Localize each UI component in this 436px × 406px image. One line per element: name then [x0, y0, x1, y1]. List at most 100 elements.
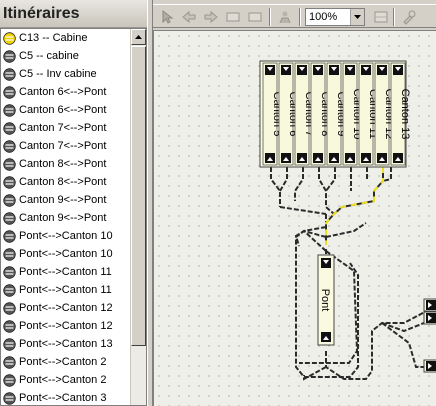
route-icon [3, 121, 16, 135]
list-item[interactable]: Canton 7<-->Pont [1, 119, 131, 137]
track-line [294, 229, 327, 247]
route-icon [3, 229, 16, 243]
list-item[interactable]: Pont<-->Canton 10 [1, 245, 131, 263]
route-icon [3, 49, 16, 63]
route-icon [3, 175, 16, 189]
list-item-label: Canton 6<-->Pont [19, 104, 107, 116]
vertical-scrollbar[interactable] [130, 29, 146, 405]
diagram-canvas[interactable]: Canton 5 Canton 6 Canton 7 Canton 8 Canton 9… [153, 30, 436, 406]
bridge-pont[interactable]: Pont [317, 254, 335, 346]
toolbar-separator [299, 8, 301, 26]
list-item-label: Canton 7<-->Pont [19, 140, 107, 152]
itineraires-list[interactable]: C13 -- Cabine C5 -- cabine C5 -- Inv cabin… [0, 28, 147, 406]
list-item[interactable]: Canton 9<-->Pont [1, 191, 131, 209]
list-item[interactable]: Canton 9<-->Pont [1, 209, 131, 227]
list-item[interactable]: Canton 7<-->Pont [1, 137, 131, 155]
route-icon [3, 265, 16, 279]
route-icon [3, 31, 16, 45]
track-line [279, 206, 327, 215]
route-icon [3, 247, 16, 261]
list-item[interactable]: C5 -- cabine [1, 47, 131, 65]
list-item-label: Canton 9<-->Pont [19, 194, 107, 206]
track-label: Canton 13 [399, 89, 411, 140]
bridge-label: Pont [319, 289, 331, 312]
toolbar-separator [269, 8, 271, 26]
list-item[interactable]: Pont<-->Canton 10 [1, 227, 131, 245]
back-icon[interactable] [179, 7, 199, 27]
track-line [279, 167, 288, 192]
route-icon [3, 319, 16, 333]
grid-icon[interactable] [371, 7, 391, 27]
list-item-label: C13 -- Cabine [19, 32, 88, 44]
track-line [270, 167, 281, 207]
route-icon [3, 211, 16, 225]
list-item[interactable]: Pont<-->Canton 13 [1, 335, 131, 353]
list-item[interactable]: Canton 8<-->Pont [1, 173, 131, 191]
chevron-down-icon[interactable] [350, 9, 364, 25]
offscreen-track[interactable] [423, 311, 436, 325]
forward-icon[interactable] [201, 7, 221, 27]
list-item-label: Canton 8<-->Pont [19, 158, 107, 170]
list-item-label: C5 -- cabine [19, 50, 79, 62]
zoom-select[interactable]: 100% [305, 8, 365, 26]
route-icon [3, 67, 16, 81]
list-item[interactable]: Pont<-->Canton 2 [1, 371, 131, 389]
list-item-label: Pont<-->Canton 2 [19, 374, 107, 386]
offscreen-track[interactable] [423, 359, 436, 373]
route-icon [3, 301, 16, 315]
track-line [318, 167, 335, 215]
route-icon [3, 283, 16, 297]
toolbar: 100% [153, 4, 436, 28]
itineraires-panel: Itinéraires C13 -- Cabine C5 -- cabine C5 … [0, 0, 147, 406]
scroll-thumb[interactable] [131, 46, 146, 346]
track-canton[interactable]: Canton 13 [390, 62, 411, 166]
person-icon[interactable] [275, 7, 295, 27]
route-icon [3, 157, 16, 171]
track-line [325, 167, 336, 192]
track-line [325, 306, 435, 380]
list-item-label: Pont<-->Canton 12 [19, 302, 113, 314]
list-item-label: C5 -- Inv cabine [19, 68, 97, 80]
list-item[interactable]: Pont<-->Canton 3 [1, 389, 131, 405]
select-icon[interactable] [157, 7, 177, 27]
track-line [382, 167, 392, 182]
list-item[interactable]: Pont<-->Canton 12 [1, 317, 131, 335]
list-item-label: Canton 8<-->Pont [19, 176, 107, 188]
list-item-label: Pont<-->Canton 10 [19, 248, 113, 260]
route-icon [3, 373, 16, 387]
list-item[interactable]: C13 -- Cabine [1, 29, 131, 47]
list-item[interactable]: C5 -- Inv cabine [1, 65, 131, 83]
list-item[interactable]: Pont<-->Canton 11 [1, 263, 131, 281]
route-icon [3, 193, 16, 207]
track-line [294, 167, 304, 201]
route-icon [3, 139, 16, 153]
zoom-value: 100% [309, 11, 338, 23]
list-item[interactable]: Canton 8<-->Pont [1, 155, 131, 173]
toolbar-separator [393, 8, 395, 26]
rectangle-alt-icon[interactable] [245, 7, 265, 27]
arrow-up-icon [135, 35, 142, 39]
list-item-label: Pont<-->Canton 10 [19, 230, 113, 242]
list-item[interactable]: Canton 6<-->Pont [1, 101, 131, 119]
tools-icon[interactable] [399, 7, 419, 27]
list-item-label: Pont<-->Canton 11 [19, 284, 112, 296]
list-item-label: Pont<-->Canton 2 [19, 356, 107, 368]
offscreen-track[interactable] [423, 298, 436, 312]
list-item-label: Canton 9<-->Pont [19, 212, 107, 224]
list-item[interactable]: Pont<-->Canton 12 [1, 299, 131, 317]
track-line [325, 222, 367, 238]
panel-title: Itinéraires [0, 0, 147, 28]
list-item-label: Canton 6<-->Pont [19, 86, 107, 98]
list-item-label: Pont<-->Canton 11 [19, 266, 112, 278]
list-items: C13 -- Cabine C5 -- cabine C5 -- Inv cabin… [1, 29, 131, 405]
list-item-label: Pont<-->Canton 12 [19, 320, 113, 332]
rectangle-icon[interactable] [223, 7, 243, 27]
list-item-label: Pont<-->Canton 13 [19, 338, 113, 350]
track-diagram: Canton 5 Canton 6 Canton 7 Canton 8 Canton 9… [259, 60, 436, 381]
scroll-up-button[interactable] [131, 29, 146, 45]
list-item-label: Pont<-->Canton 3 [19, 392, 107, 404]
list-item[interactable]: Pont<-->Canton 2 [1, 353, 131, 371]
route-icon [3, 337, 16, 351]
list-item[interactable]: Canton 6<-->Pont [1, 83, 131, 101]
list-item[interactable]: Pont<-->Canton 11 [1, 281, 131, 299]
